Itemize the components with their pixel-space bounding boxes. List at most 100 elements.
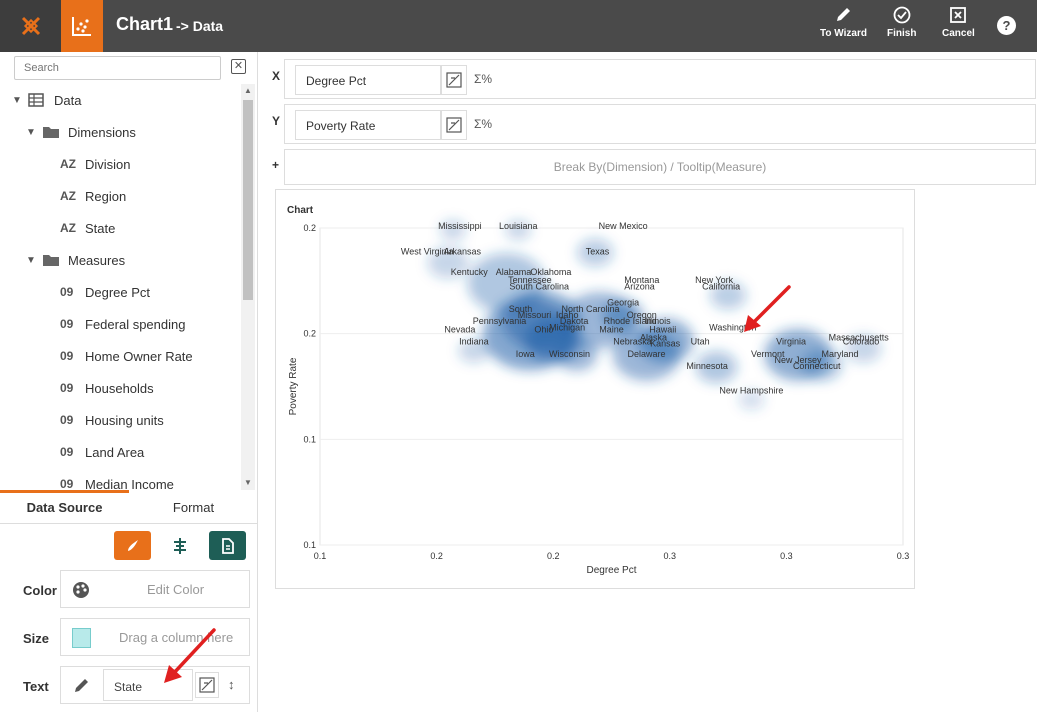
tree-root-data[interactable]: ▼ Data xyxy=(12,84,81,116)
x-axis-field[interactable]: Degree Pct xyxy=(295,65,441,95)
scroll-down-icon[interactable]: ▼ xyxy=(244,478,252,487)
y-tick-label: 0.1 xyxy=(303,540,316,550)
tree-item-measure[interactable]: 09 Degree Pct xyxy=(60,276,150,308)
app-logo[interactable] xyxy=(0,0,61,52)
text-field[interactable]: State xyxy=(103,669,193,701)
y-axis-row: Poverty Rate Σ% xyxy=(284,104,1036,144)
point-label[interactable]: California xyxy=(702,281,740,291)
size-placeholder: Drag a column here xyxy=(119,630,234,645)
panel-tabs: Data Source Format xyxy=(0,490,258,524)
point-label[interactable]: Mississippi xyxy=(438,221,482,231)
tab-format[interactable]: Format xyxy=(129,490,258,524)
check-circle-icon xyxy=(893,6,911,24)
size-field[interactable]: Drag a column here xyxy=(60,618,250,656)
sort-icon[interactable]: ↕ xyxy=(228,677,235,692)
x-tick-label: 0.2 xyxy=(430,551,443,561)
point-label[interactable]: Arizona xyxy=(624,281,655,291)
point-label[interactable]: Kentucky xyxy=(451,267,489,277)
x-tick-label: 0.3 xyxy=(664,551,677,561)
tree-item-measure[interactable]: 09 Land Area xyxy=(60,436,144,468)
top-bar: Chart1 -> Data To Wizard Finish Cancel ? xyxy=(0,0,1037,52)
x-tick-label: 0.1 xyxy=(314,551,327,561)
binding-button[interactable] xyxy=(209,531,246,560)
cancel-button[interactable]: Cancel xyxy=(942,6,975,46)
tree-measures[interactable]: ▼ Measures xyxy=(26,244,125,276)
tree-item-label: Households xyxy=(85,380,154,396)
y-axis-key: Y xyxy=(272,114,281,128)
point-label[interactable]: Wisconsin xyxy=(549,349,590,359)
color-placeholder: Edit Color xyxy=(147,582,205,597)
x-formula-button[interactable] xyxy=(441,65,467,95)
point-label[interactable]: Virginia xyxy=(776,337,806,347)
document-icon xyxy=(221,537,234,554)
pencil-icon[interactable] xyxy=(72,677,90,695)
tree-item-measure[interactable]: 09 Housing units xyxy=(60,404,164,436)
color-field[interactable]: Edit Color xyxy=(60,570,250,608)
point-label[interactable]: Connecticut xyxy=(793,361,841,371)
align-button[interactable] xyxy=(161,531,198,560)
scroll-thumb[interactable] xyxy=(243,100,253,300)
help-icon[interactable]: ? xyxy=(997,16,1016,35)
point-label[interactable]: Maryland xyxy=(822,349,859,359)
string-type-icon: AZ xyxy=(60,221,76,235)
point-label[interactable]: Texas xyxy=(586,247,610,257)
point-label[interactable]: Iowa xyxy=(516,349,535,359)
y-aggregate-icon[interactable]: Σ% xyxy=(474,117,492,131)
y-formula-button[interactable] xyxy=(441,110,467,140)
x-tick-label: 0.3 xyxy=(780,551,793,561)
logo-icon xyxy=(21,16,40,36)
field-tree: ▼ Data ▼ Dimensions AZ Division AZ Regio… xyxy=(0,84,241,491)
point-label[interactable]: Minnesota xyxy=(686,361,728,371)
tree-item-division[interactable]: AZ Division xyxy=(60,148,131,180)
point-label[interactable]: Michigan xyxy=(549,322,585,332)
point-label[interactable]: Indiana xyxy=(459,337,489,347)
chart-type-button[interactable] xyxy=(61,0,103,52)
to-wizard-label: To Wizard xyxy=(820,28,867,39)
clear-search-icon[interactable]: ✕ xyxy=(231,59,246,74)
to-wizard-button[interactable]: To Wizard xyxy=(820,6,867,46)
size-swatch-icon xyxy=(72,628,91,648)
point-label[interactable]: Nevada xyxy=(444,324,475,334)
tree-item-measure[interactable]: 09 Home Owner Rate xyxy=(60,340,193,372)
numeric-type-icon: 09 xyxy=(60,381,74,395)
break-by-dropzone[interactable]: Break By(Dimension) / Tooltip(Measure) xyxy=(284,149,1036,185)
main-area: X Degree Pct Σ% Y Poverty Rate Σ% + Brea… xyxy=(262,52,1037,712)
tab-data-source[interactable]: Data Source xyxy=(0,490,129,524)
y-tick-label: 0.2 xyxy=(303,223,316,233)
point-label[interactable]: Colorado xyxy=(843,337,880,347)
point-label[interactable]: Arkansas xyxy=(443,247,481,257)
tree-scrollbar[interactable]: ▲ ▼ xyxy=(241,84,255,490)
point-label[interactable]: Maine xyxy=(599,324,624,334)
point-label[interactable]: Washington xyxy=(709,322,756,332)
tree-item-label: Region xyxy=(85,188,127,204)
tree-item-measure[interactable]: 09 Federal spending xyxy=(60,308,185,340)
point-label[interactable]: Kansas xyxy=(650,339,681,349)
x-tick-label: 0.3 xyxy=(897,551,910,561)
finish-label: Finish xyxy=(887,28,917,39)
scroll-up-icon[interactable]: ▲ xyxy=(244,86,252,95)
formula-button[interactable] xyxy=(195,672,219,698)
formula-icon xyxy=(446,117,462,133)
tree-item-measure[interactable]: 09 Median Income xyxy=(60,468,174,491)
point-label[interactable]: Utah xyxy=(691,337,710,347)
search-input[interactable] xyxy=(14,56,221,80)
numeric-type-icon: 09 xyxy=(60,413,74,427)
cancel-label: Cancel xyxy=(942,28,975,39)
tree-item-state[interactable]: AZ State xyxy=(60,212,115,244)
point-label[interactable]: Delaware xyxy=(627,349,665,359)
palette-button[interactable] xyxy=(114,531,151,560)
finish-button[interactable]: Finish xyxy=(887,6,916,46)
x-aggregate-icon[interactable]: Σ% xyxy=(474,72,492,86)
point-label[interactable]: New Mexico xyxy=(599,221,648,231)
tree-item-region[interactable]: AZ Region xyxy=(60,180,126,212)
point-label[interactable]: New Hampshire xyxy=(719,386,783,396)
caret-down-icon: ▼ xyxy=(26,254,36,266)
y-axis-field[interactable]: Poverty Rate xyxy=(295,110,441,140)
point-label[interactable]: Nebraska xyxy=(613,337,652,347)
tree-item-measure[interactable]: 09 Households xyxy=(60,372,154,404)
add-binding-icon[interactable]: + xyxy=(272,158,279,172)
tree-dimensions[interactable]: ▼ Dimensions xyxy=(26,116,136,148)
point-label[interactable]: Pennsylvania xyxy=(473,316,527,326)
point-label[interactable]: South Carolina xyxy=(509,281,569,291)
point-label[interactable]: Louisiana xyxy=(499,221,538,231)
